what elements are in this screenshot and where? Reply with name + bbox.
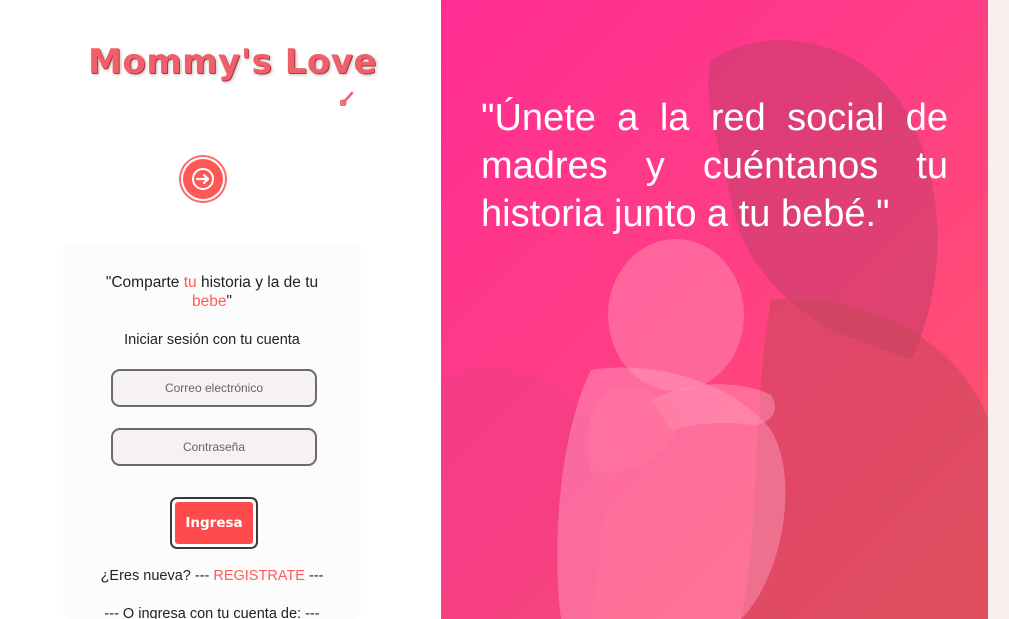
email-field[interactable] — [111, 369, 317, 407]
login-icon[interactable] — [183, 159, 223, 199]
arrow-right-circle-icon — [192, 168, 214, 190]
register-suffix: --- — [308, 568, 324, 584]
register-link[interactable]: REGISTRATE — [213, 568, 305, 584]
rattle-icon — [340, 91, 354, 106]
login-card: "Comparte tu historia y la de tu bebe" I… — [63, 243, 361, 619]
mother-and-baby-photo — [441, 40, 988, 619]
register-prefix: ¿Eres nueva? --- — [100, 568, 210, 584]
tagline-accent-tu: tu — [183, 274, 197, 291]
scrollbar-track[interactable] — [988, 0, 1009, 619]
submit-button-frame: Ingresa — [170, 497, 258, 549]
tagline-middle: historia y la de tu — [196, 274, 319, 291]
brand-logo: Mommy's Love — [88, 38, 376, 108]
submit-button[interactable]: Ingresa — [175, 502, 253, 544]
signin-text: Iniciar sesión con tu cuenta — [124, 332, 300, 348]
password-field[interactable] — [111, 428, 317, 466]
social-login-text: --- O ingresa con tu cuenta de: --- — [104, 606, 320, 619]
tagline-accent-bebe: bebe — [192, 293, 227, 310]
login-panel: Mommy's Love "Comparte tu historia y la … — [0, 0, 441, 619]
brand-name: Mommy's Love — [88, 42, 377, 82]
hero-banner: "Únete a la red social de madres y cuént… — [441, 0, 988, 619]
hero-quote: "Únete a la red social de madres y cuént… — [481, 97, 948, 235]
tagline-start: "Comparte — [105, 274, 184, 291]
register-line: ¿Eres nueva? --- REGISTRATE --- — [63, 568, 361, 584]
tagline-end: " — [226, 293, 232, 310]
tagline: "Comparte tu historia y la de tu bebe" — [63, 273, 361, 311]
